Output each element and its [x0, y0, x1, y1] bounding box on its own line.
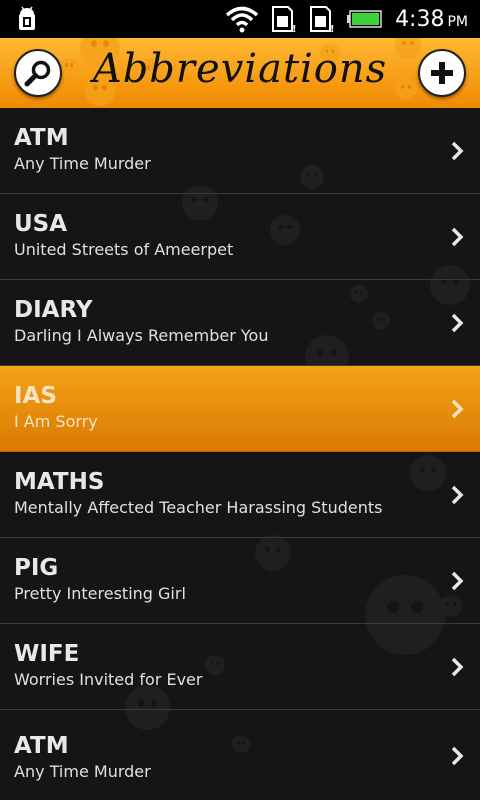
- abbreviation-title: IAS: [14, 383, 57, 409]
- chevron-right-icon: [451, 399, 464, 419]
- chevron-right-icon: [451, 657, 464, 677]
- list-item[interactable]: WIFE Worries Invited for Ever: [0, 624, 480, 710]
- chevron-right-icon: [451, 571, 464, 591]
- clock-time: 4:38: [395, 6, 445, 32]
- abbreviation-meaning: Any Time Murder: [14, 154, 151, 173]
- abbreviation-title: MATHS: [14, 469, 105, 495]
- chevron-right-icon: [451, 141, 464, 161]
- list-item[interactable]: USA United Streets of Ameerpet: [0, 194, 480, 280]
- abbreviation-meaning: Pretty Interesting Girl: [14, 584, 186, 603]
- clock-ampm: PM: [447, 13, 468, 30]
- abbreviation-title: ATM: [14, 125, 69, 151]
- abbreviation-title: ATM: [14, 733, 69, 759]
- chevron-right-icon: [451, 227, 464, 247]
- abbreviation-title: DIARY: [14, 297, 93, 323]
- page-title: Abbreviations: [92, 46, 388, 92]
- abbreviation-meaning: Worries Invited for Ever: [14, 670, 203, 689]
- sd-card-icon: !: [310, 6, 335, 33]
- sd-card-icon: !: [272, 6, 297, 33]
- chevron-right-icon: [451, 485, 464, 505]
- add-button[interactable]: [418, 49, 466, 97]
- status-bar: ! ! 4:38 PM: [0, 0, 480, 38]
- abbreviation-meaning: I Am Sorry: [14, 412, 98, 431]
- android-debug-icon: [19, 6, 35, 30]
- svg-text:!: !: [292, 24, 297, 33]
- svg-text:!: !: [330, 24, 335, 33]
- abbreviation-meaning: Darling I Always Remember You: [14, 326, 269, 345]
- list-item[interactable]: PIG Pretty Interesting Girl: [0, 538, 480, 624]
- abbreviation-meaning: Mentally Affected Teacher Harassing Stud…: [14, 498, 383, 517]
- abbreviation-meaning: Any Time Murder: [14, 762, 151, 781]
- wifi-icon: [225, 6, 259, 33]
- abbreviation-title: PIG: [14, 555, 59, 581]
- abbreviation-meaning: United Streets of Ameerpet: [14, 240, 234, 259]
- list-item[interactable]: ATM Any Time Murder: [0, 108, 480, 194]
- app-header: Abbreviations: [0, 38, 480, 108]
- clock: 4:38 PM: [395, 7, 468, 32]
- chevron-right-icon: [451, 313, 464, 333]
- list-item[interactable]: MATHS Mentally Affected Teacher Harassin…: [0, 452, 480, 538]
- list-item[interactable]: ATM Any Time Murder: [0, 710, 480, 800]
- abbreviation-title: WIFE: [14, 641, 80, 667]
- chevron-right-icon: [451, 746, 464, 766]
- list-item-selected[interactable]: IAS I Am Sorry: [0, 366, 480, 452]
- list-item[interactable]: DIARY Darling I Always Remember You: [0, 280, 480, 366]
- abbreviation-title: USA: [14, 211, 68, 237]
- plus-icon: [431, 62, 453, 84]
- abbreviation-list: ATM Any Time Murder USA United Streets o…: [0, 108, 480, 800]
- battery-icon: [347, 10, 382, 28]
